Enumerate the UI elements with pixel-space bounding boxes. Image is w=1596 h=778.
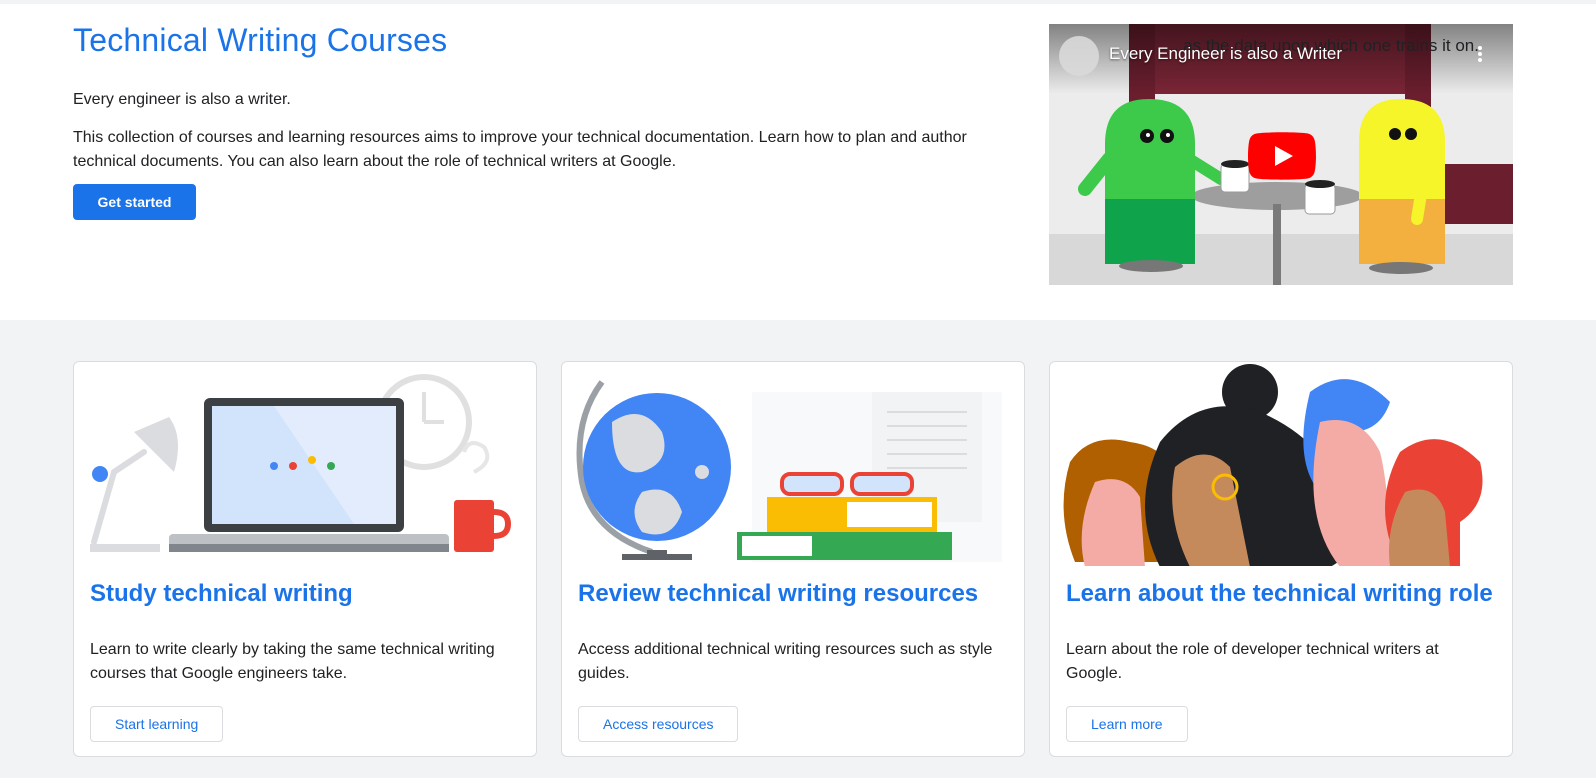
card-resources: Review technical writing resources Acces… [561,361,1025,757]
channel-avatar-icon[interactable] [1059,36,1099,76]
hero-description: This collection of courses and learning … [73,129,967,170]
access-resources-button[interactable]: Access resources [578,706,739,742]
globe-books-illustration [576,380,1002,562]
more-vert-icon[interactable] [1477,46,1483,66]
get-started-button[interactable]: Get started [73,184,196,220]
hero-tagline: Every engineer is also a writer. [73,91,291,108]
people-profiles-illustration [1063,364,1483,566]
video-title[interactable]: Every Engineer is also a Writer [1109,44,1342,64]
learn-more-button[interactable]: Learn more [1066,706,1188,742]
card-title[interactable]: Review technical writing resources [578,580,978,608]
card-description: Access additional technical writing reso… [578,641,993,682]
hero-section: Technical Writing Courses Every engineer… [0,4,1596,320]
card-title[interactable]: Learn about the technical writing role [1066,580,1493,608]
play-icon[interactable] [1248,132,1316,180]
laptop-lamp-illustration [90,374,512,552]
card-study: Study technical writing Learn to write c… [73,361,537,757]
video-player[interactable]: ...as the data upon which one trains it … [1049,24,1513,285]
card-description: Learn about the role of developer techni… [1066,641,1439,682]
card-title[interactable]: Study technical writing [90,580,353,608]
card-description: Learn to write clearly by taking the sam… [90,641,495,682]
card-role: Learn about the technical writing role L… [1049,361,1513,757]
start-learning-button[interactable]: Start learning [90,706,224,742]
page-title: Technical Writing Courses [73,22,448,58]
